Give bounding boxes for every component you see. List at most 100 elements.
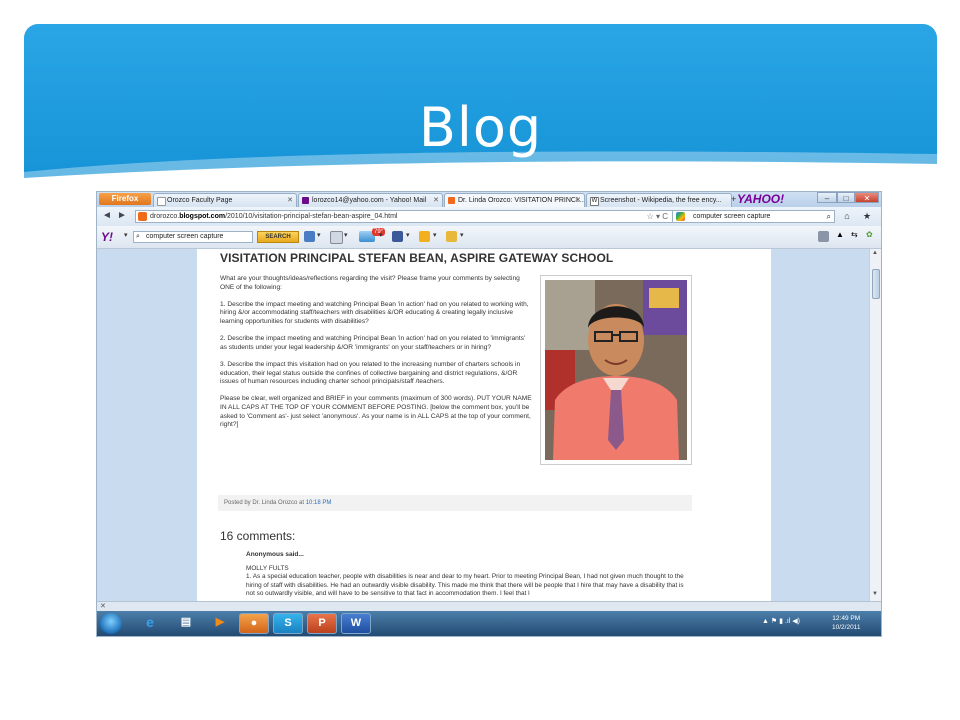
wikipedia-icon: W	[590, 197, 599, 206]
comment-author: Anonymous said...	[246, 551, 304, 558]
chevron-down-icon[interactable]: ▾	[124, 231, 128, 239]
chevron-down-icon[interactable]: ▾	[379, 231, 383, 239]
close-icon[interactable]: ✕	[287, 194, 293, 207]
posted-time-link[interactable]: 10:18 PM	[306, 500, 332, 506]
posted-by-footer: Posted by Dr. Linda Orozco at 10:18 PM	[218, 495, 692, 511]
posted-by-label: Posted by Dr. Linda Orozco at	[224, 500, 305, 506]
status-bar: ✕	[97, 601, 881, 611]
page-content: VISITATION PRINCIPAL STEFAN BEAN, ASPIRE…	[97, 249, 869, 601]
yahoo-toolbar-logo[interactable]: Y!	[101, 230, 113, 244]
windows-taskbar: e ▤ ▶ ● S P W ▲ ⚑ ▮ .ıl ◀) 12:49 PM 10/2…	[97, 611, 881, 636]
minimize-button[interactable]: –	[817, 192, 837, 203]
chevron-down-icon[interactable]: ▾	[433, 231, 437, 239]
post-title: VISITATION PRINCIPAL STEFAN BEAN, ASPIRE…	[220, 251, 614, 265]
comment-name: MOLLY FULTS	[246, 565, 289, 572]
close-icon[interactable]: ✕	[575, 194, 581, 207]
comment-body: MOLLY FULTS 1. As a special education te…	[246, 565, 691, 599]
bell-icon[interactable]: ▲	[836, 230, 844, 239]
clock-time: 12:49 PM	[832, 615, 861, 622]
url-bar[interactable]: drorozco.blogspot.com/2010/10/visitation…	[135, 210, 673, 223]
sync-icon[interactable]: ⇆	[851, 230, 858, 239]
tab-orozco-faculty-page[interactable]: Orozco Faculty Page ✕	[153, 193, 297, 207]
comment-text: 1. As a special education teacher, peopl…	[246, 573, 684, 598]
page-menu-icon[interactable]	[818, 231, 829, 242]
search-value: computer screen capture	[693, 213, 771, 220]
skype-icon[interactable]: S	[273, 613, 303, 634]
tab-label: Orozco Faculty Page	[167, 197, 233, 204]
file-explorer-icon[interactable]: ▤	[171, 613, 201, 634]
media-player-icon[interactable]: ▶	[205, 613, 235, 634]
powerpoint-icon[interactable]: P	[307, 613, 337, 634]
search-icon[interactable]: ⌕	[827, 211, 831, 222]
bookmark-icon[interactable]	[304, 231, 315, 242]
tab-blog-post[interactable]: Dr. Linda Orozco: VISITATION PRINCI... ✕	[444, 193, 585, 207]
chevron-down-icon[interactable]: ▾	[406, 231, 410, 239]
window-close-button[interactable]: ✕	[855, 192, 879, 203]
comments-heading: 16 comments:	[220, 529, 296, 543]
internet-explorer-icon[interactable]: e	[135, 613, 165, 634]
system-tray-icons[interactable]: ▲ ⚑ ▮ .ıl ◀)	[762, 617, 800, 625]
chevron-down-icon[interactable]: ▾	[344, 231, 348, 239]
chevron-down-icon[interactable]: ▾	[460, 231, 464, 239]
home-icon[interactable]: ⌂	[839, 210, 855, 223]
chevron-down-icon[interactable]: ▾	[317, 231, 321, 239]
games-icon[interactable]	[419, 231, 430, 242]
blog-post: VISITATION PRINCIPAL STEFAN BEAN, ASPIRE…	[218, 249, 693, 601]
close-icon[interactable]: ✕	[433, 194, 439, 207]
yahoo-search-value: computer screen capture	[146, 233, 224, 240]
back-button[interactable]: ◄	[102, 210, 112, 221]
post-closing: Please be clear, well organized and BRIE…	[220, 395, 532, 429]
bookmark-star-icon[interactable]: ☆ ▾ C	[647, 211, 668, 222]
scroll-up-icon[interactable]: ▲	[872, 250, 878, 256]
scrollbar-thumb[interactable]	[872, 269, 880, 299]
new-tab-button[interactable]: +	[731, 194, 736, 204]
clock[interactable]: 12:49 PM 10/2/2011	[832, 614, 860, 632]
forward-button[interactable]: ►	[117, 210, 127, 221]
yahoo-toolbar: Y! ▾ ⌕ computer screen capture SEARCH ▾ …	[97, 226, 881, 249]
tab-yahoo-mail[interactable]: lorozco14@yahoo.com - Yahoo! Mail ✕	[298, 193, 443, 207]
yahoo-logo: YAHOO!	[737, 192, 785, 206]
slide-header: Blog	[24, 24, 937, 184]
maximize-button[interactable]: □	[837, 192, 855, 203]
start-button[interactable]	[100, 613, 122, 634]
post-question-1: 1. Describe the impact meeting and watch…	[220, 300, 529, 325]
page-icon	[157, 197, 166, 206]
principal-portrait-image	[545, 280, 687, 460]
addon-bar-close-icon[interactable]: ✕	[100, 603, 106, 610]
post-question-2: 2. Describe the impact meeting and watch…	[220, 335, 526, 351]
vertical-scrollbar[interactable]: ▲ ▼	[869, 249, 881, 601]
post-question-3: 3. Describe the impact this visitation h…	[220, 360, 521, 386]
facebook-icon[interactable]	[392, 231, 403, 242]
url-domain: blogspot.com	[179, 213, 226, 220]
mail-icon[interactable]	[330, 231, 343, 244]
principal-photo[interactable]	[540, 275, 692, 465]
yahoo-search-button[interactable]: SEARCH	[257, 231, 299, 243]
firefox-icon[interactable]: ●	[239, 613, 269, 634]
addon-icon[interactable]: ✿	[866, 230, 873, 239]
search-bar[interactable]: computer screen capture ⌕	[672, 210, 835, 223]
scroll-down-icon[interactable]: ▼	[872, 591, 878, 597]
firefox-menu-button[interactable]: Firefox	[99, 193, 151, 205]
google-icon	[676, 212, 685, 221]
bookmarks-icon[interactable]: ★	[859, 210, 875, 223]
word-icon[interactable]: W	[341, 613, 371, 634]
tab-bar: Firefox Orozco Faculty Page ✕ lorozco14@…	[97, 192, 881, 207]
post-body: What are your thoughts/ideas/reflections…	[220, 275, 532, 438]
clock-date: 10/2/2011	[832, 624, 861, 631]
tab-label: Screenshot - Wikipedia, the free ency...	[600, 197, 722, 204]
url-prefix: drorozco.	[150, 213, 180, 220]
search-icon: ⌕	[136, 233, 140, 240]
post-intro: What are your thoughts/ideas/reflections…	[220, 275, 520, 291]
blogger-icon	[448, 197, 455, 204]
navigation-bar: ◄ ► drorozco.blogspot.com/2010/10/visita…	[97, 207, 881, 226]
yahoo-mail-icon	[302, 197, 309, 204]
widget-icon[interactable]	[446, 231, 457, 242]
blog-post-column: VISITATION PRINCIPAL STEFAN BEAN, ASPIRE…	[197, 249, 771, 601]
header-wave-decoration	[24, 151, 937, 184]
tab-wikipedia-screenshot[interactable]: W Screenshot - Wikipedia, the free ency.…	[586, 193, 732, 207]
browser-screenshot: Firefox Orozco Faculty Page ✕ lorozco14@…	[96, 191, 882, 637]
url-path: /2010/10/visitation-principal-stefan-bea…	[225, 213, 398, 220]
yahoo-search-input[interactable]: ⌕ computer screen capture	[133, 231, 253, 243]
tab-label: lorozco14@yahoo.com - Yahoo! Mail	[312, 197, 427, 204]
tab-label: Dr. Linda Orozco: VISITATION PRINCI...	[458, 197, 584, 204]
